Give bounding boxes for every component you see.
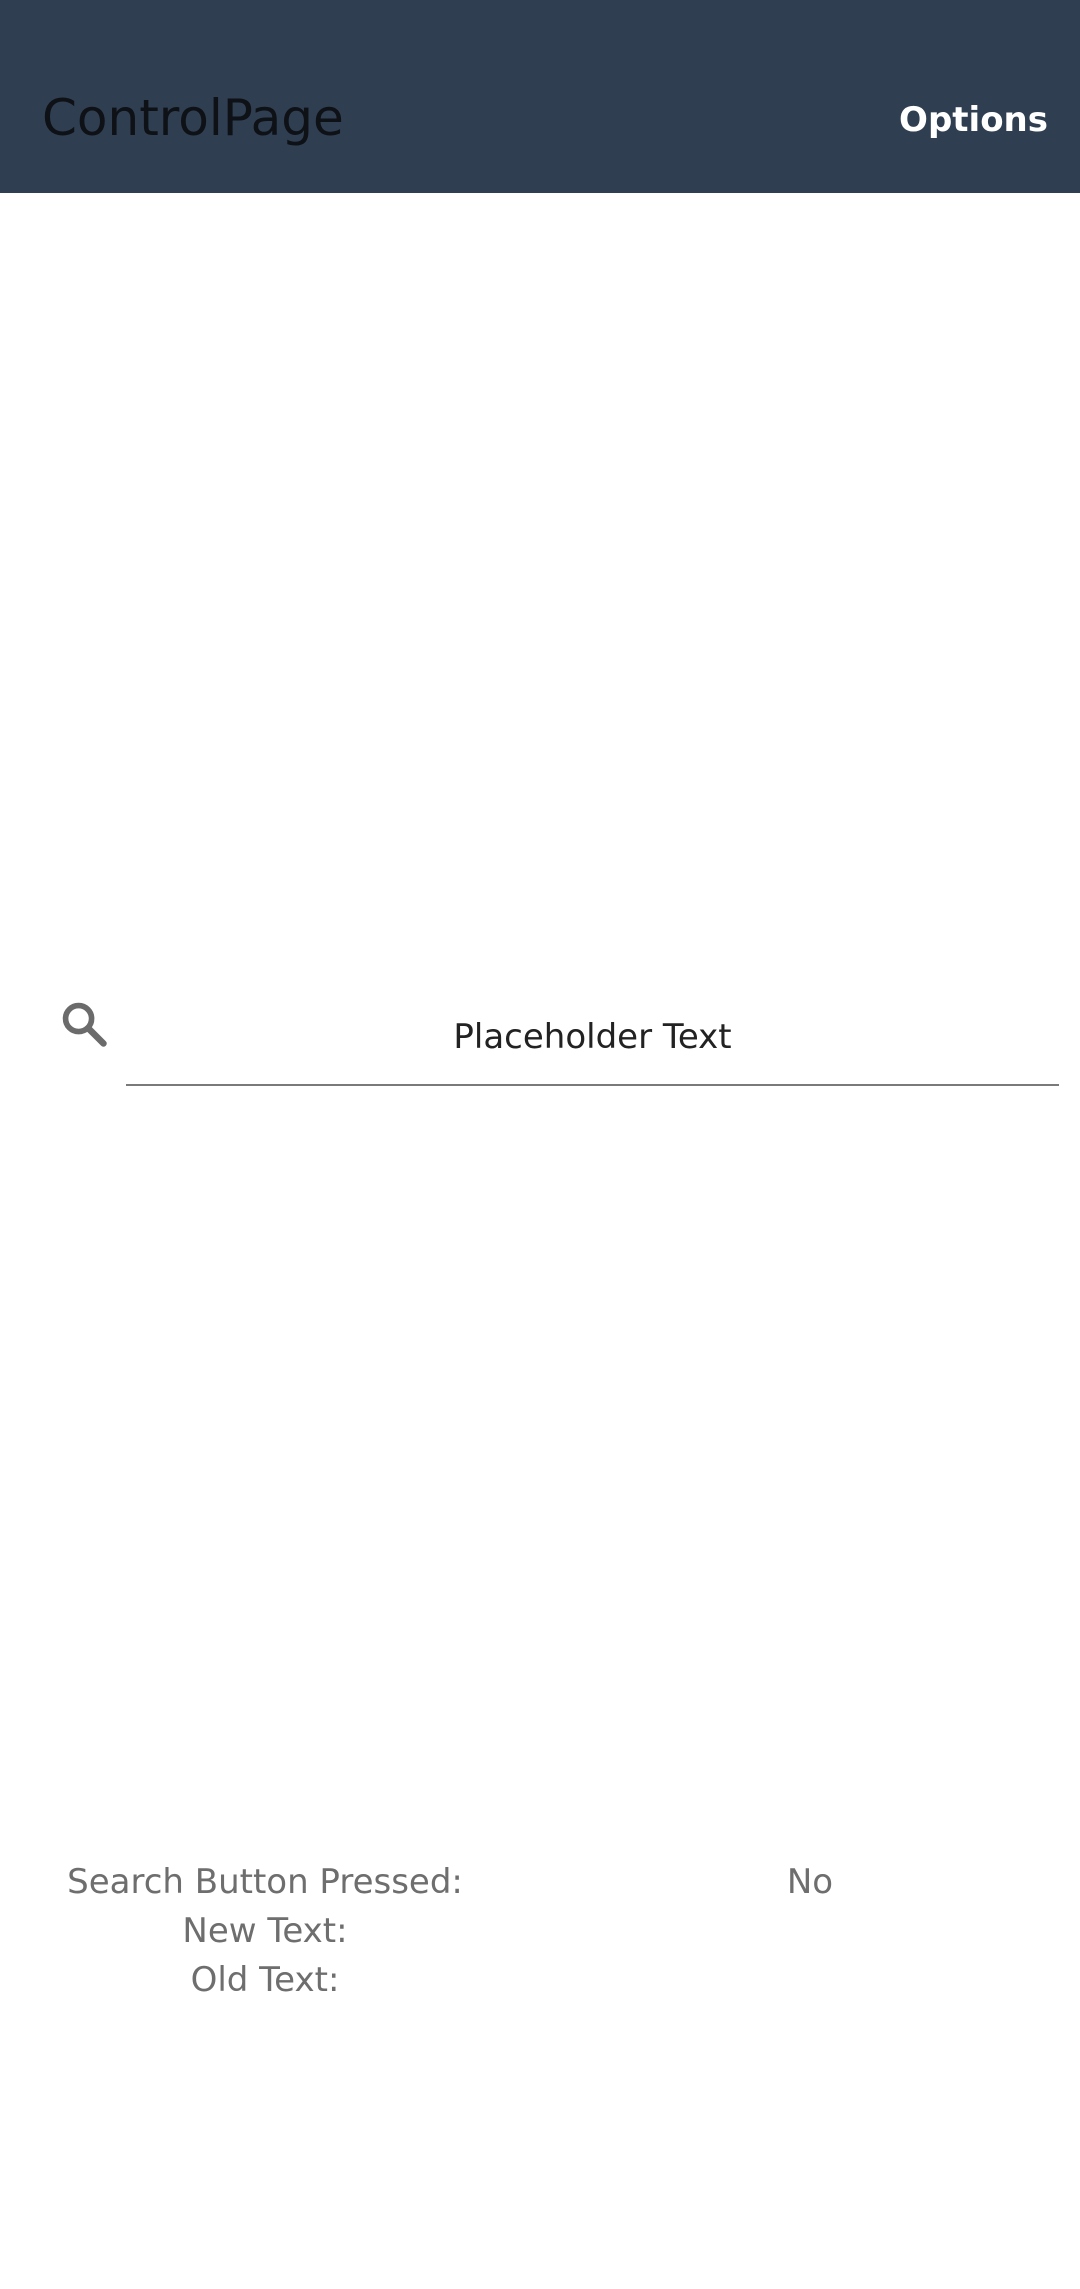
search-button-pressed-label: Search Button Pressed: (67, 1862, 463, 1902)
new-text-label: New Text: (182, 1911, 348, 1951)
options-button[interactable]: Options (899, 98, 1048, 142)
page-title: ControlPage (42, 89, 344, 147)
old-text-label: Old Text: (190, 1960, 340, 2000)
control-page: ControlPage Options Search Button Presse… (0, 0, 1080, 2289)
search-input[interactable] (126, 990, 1059, 1086)
app-bar: ControlPage Options (0, 0, 1080, 193)
search-icon[interactable] (58, 998, 110, 1050)
search-button-pressed-value: No (786, 1862, 834, 1902)
search-bar (0, 990, 1080, 1090)
